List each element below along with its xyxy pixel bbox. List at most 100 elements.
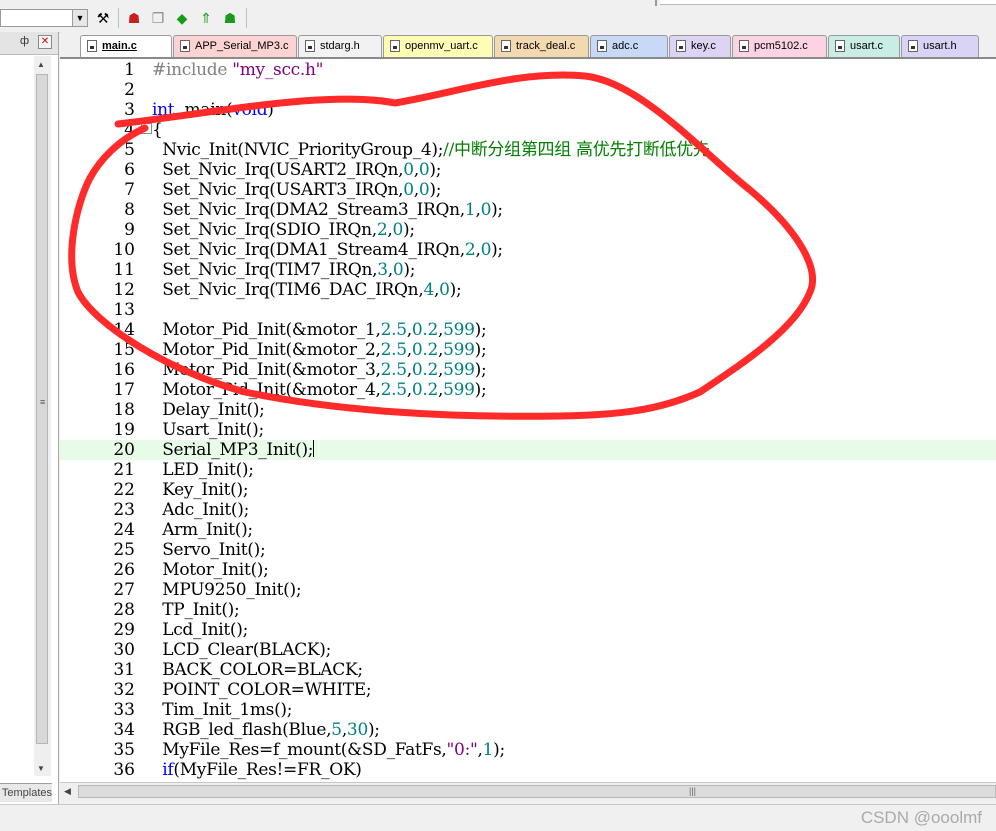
code-token: Serial_MP3_Init(); [152, 440, 314, 460]
tab-main-c[interactable]: main.c [80, 35, 172, 57]
scroll-left-icon[interactable]: ◀ [64, 786, 71, 797]
tab-adc-c[interactable]: adc.c [590, 35, 668, 57]
code-line[interactable]: 8 Set_Nvic_Irq(DMA2_Stream3_IRQn,1,0); [60, 200, 996, 220]
tab-usart-h[interactable]: usart.h [901, 35, 979, 57]
code-line[interactable]: 34 RGB_led_flash(Blue,5,30); [60, 720, 996, 740]
code-line[interactable]: 15 Motor_Pid_Init(&motor_2,2.5,0.2,599); [60, 340, 996, 360]
code-line[interactable]: 19 Usart_Init(); [60, 420, 996, 440]
line-number: 35 [113, 740, 135, 760]
tab-stdarg-h[interactable]: stdarg.h [298, 35, 382, 57]
panel-scrollbar[interactable]: ▲ ≡ ▼ [34, 56, 51, 776]
code-line[interactable]: 1 #include "my_scc.h" [60, 60, 996, 80]
code-line[interactable]: 30 LCD_Clear(BLACK); [60, 640, 996, 660]
code-line[interactable]: 4{ [60, 120, 996, 140]
layers-red-icon[interactable]: ☗ [124, 8, 144, 28]
layers-green-icon[interactable]: ☗ [220, 8, 240, 28]
code-token: MPU9250_Init(); [152, 580, 302, 600]
code-text: LED_Init(); [152, 460, 254, 480]
code-line[interactable]: 33 Tim_Init_1ms(); [60, 700, 996, 720]
toolbar: ▼ ⚒ ☗ ❐ ◆ ⇑ ☗ [0, 0, 996, 33]
code-line[interactable]: 16 Motor_Pid_Init(&motor_3,2.5,0.2,599); [60, 360, 996, 380]
code-line[interactable]: 9 Set_Nvic_Irq(SDIO_IRQn,2,0); [60, 220, 996, 240]
code-text: MyFile_Res=f_mount(&SD_FatFs,"0:",1); [152, 740, 505, 760]
code-line[interactable]: 2 [60, 80, 996, 100]
fold-toggle-icon[interactable]: − [141, 123, 152, 134]
code-line[interactable]: 5 Nvic_Init(NVIC_PriorityGroup_4);//中断分组… [60, 140, 996, 160]
file-icon [87, 40, 97, 52]
code-line[interactable]: 10 Set_Nvic_Irq(DMA1_Stream4_IRQn,2,0); [60, 240, 996, 260]
line-number: 34 [113, 720, 135, 740]
code-line[interactable]: 31 BACK_COLOR=BLACK; [60, 660, 996, 680]
code-editor[interactable]: 1 #include "my_scc.h" 2 3 int main(void) 4{5 … [60, 59, 996, 782]
code-line[interactable]: 17 Motor_Pid_Init(&motor_4,2.5,0.2,599); [60, 380, 996, 400]
tab-usart-c[interactable]: usart.c [828, 35, 900, 57]
code-line[interactable]: 18 Delay_Init(); [60, 400, 996, 420]
tab-key-c[interactable]: key.c [669, 35, 731, 57]
code-token: 2.5 [380, 340, 407, 360]
close-icon[interactable]: ✕ [38, 35, 52, 49]
templates-tab[interactable]: Templates [0, 783, 52, 802]
diamond-green-icon[interactable]: ◆ [172, 8, 192, 28]
code-text: Motor_Init(); [152, 560, 269, 580]
scroll-down-icon[interactable]: ▼ [37, 764, 45, 773]
code-line[interactable]: 22 Key_Init(); [60, 480, 996, 500]
wand-icon[interactable]: ⚒ [93, 8, 113, 28]
code-token: Adc_Init(); [152, 500, 250, 520]
target-select[interactable]: ▼ [0, 9, 88, 27]
code-token: 599 [443, 360, 475, 380]
code-line[interactable]: 28 TP_Init(); [60, 600, 996, 620]
line-number: 4 [124, 120, 135, 140]
code-line[interactable]: 3 int main(void) [60, 100, 996, 120]
file-tab-bar: main.c APP_Serial_MP3.c stdarg.h openmv_uar… [60, 32, 996, 59]
code-line[interactable]: 35 MyFile_Res=f_mount(&SD_FatFs,"0:",1); [60, 740, 996, 760]
code-line[interactable]: 12 Set_Nvic_Irq(TIM6_DAC_IRQn,4,0); [60, 280, 996, 300]
hscroll-thumb[interactable]: ||| [78, 785, 996, 798]
code-line[interactable]: 13 [60, 300, 996, 320]
line-number: 28 [113, 600, 135, 620]
code-line[interactable]: 6 Set_Nvic_Irq(USART2_IRQn,0,0); [60, 160, 996, 180]
code-line[interactable]: 29 Lcd_Init(); [60, 620, 996, 640]
code-line[interactable]: 14 Motor_Pid_Init(&motor_1,2.5,0.2,599); [60, 320, 996, 340]
code-text: int main(void) [152, 100, 274, 120]
tab-openmv-uart-c[interactable]: openmv_uart.c [383, 35, 493, 57]
tab-track-deal-c[interactable]: track_deal.c [494, 35, 589, 57]
code-line[interactable]: 25 Servo_Init(); [60, 540, 996, 560]
code-token: Delay_Init(); [152, 400, 265, 420]
code-line[interactable]: 21 LED_Init(); [60, 460, 996, 480]
line-number: 23 [113, 500, 135, 520]
code-line[interactable]: 20 Serial_MP3_Init(); [60, 440, 996, 460]
code-token: Lcd_Init(); [152, 620, 249, 640]
code-token: 2 [376, 220, 388, 240]
code-text: Lcd_Init(); [152, 620, 248, 640]
panel-header: ф ✕ [0, 32, 58, 55]
code-line[interactable]: 7 Set_Nvic_Irq(USART3_IRQn,0,0); [60, 180, 996, 200]
horizontal-scrollbar[interactable]: ◀ ||| [60, 782, 996, 801]
code-text: if(MyFile_Res!=FR_OK) [152, 760, 362, 780]
tab-app-serial-mp3-c[interactable]: APP_Serial_MP3.c [173, 35, 297, 57]
line-number: 36 [113, 760, 135, 780]
code-line[interactable]: 27 MPU9250_Init(); [60, 580, 996, 600]
file-icon [676, 40, 686, 52]
code-token: ) [267, 100, 274, 120]
text-caret [313, 440, 315, 457]
code-line[interactable]: 36 if(MyFile_Res!=FR_OK) [60, 760, 996, 780]
tab-pcm5102-c[interactable]: pcm5102.c [732, 35, 827, 57]
code-text: Motor_Pid_Init(&motor_4,2.5,0.2,599); [152, 380, 486, 400]
code-token: BACK_COLOR=BLACK; [152, 660, 363, 680]
scroll-up-icon[interactable]: ▲ [37, 60, 45, 69]
chevron-down-icon[interactable]: ▼ [72, 10, 87, 26]
arrow-green-icon[interactable]: ⇑ [196, 8, 216, 28]
code-token: 599 [443, 340, 475, 360]
pin-icon[interactable]: ф [20, 35, 29, 47]
scroll-thumb[interactable]: ≡ [36, 74, 48, 744]
code-line[interactable]: 23 Adc_Init(); [60, 500, 996, 520]
code-line[interactable]: 24 Arm_Init(); [60, 520, 996, 540]
code-token: Set_Nvic_Irq(DMA2_Stream3_IRQn, [152, 200, 465, 220]
code-line[interactable]: 11 Set_Nvic_Irq(TIM7_IRQn,3,0); [60, 260, 996, 280]
code-line[interactable]: 26 Motor_Init(); [60, 560, 996, 580]
code-token: ); [403, 220, 415, 240]
code-token: ); [493, 740, 505, 760]
copy-icon[interactable]: ❐ [148, 8, 168, 28]
code-token: 0 [480, 240, 492, 260]
code-line[interactable]: 32 POINT_COLOR=WHITE; [60, 680, 996, 700]
